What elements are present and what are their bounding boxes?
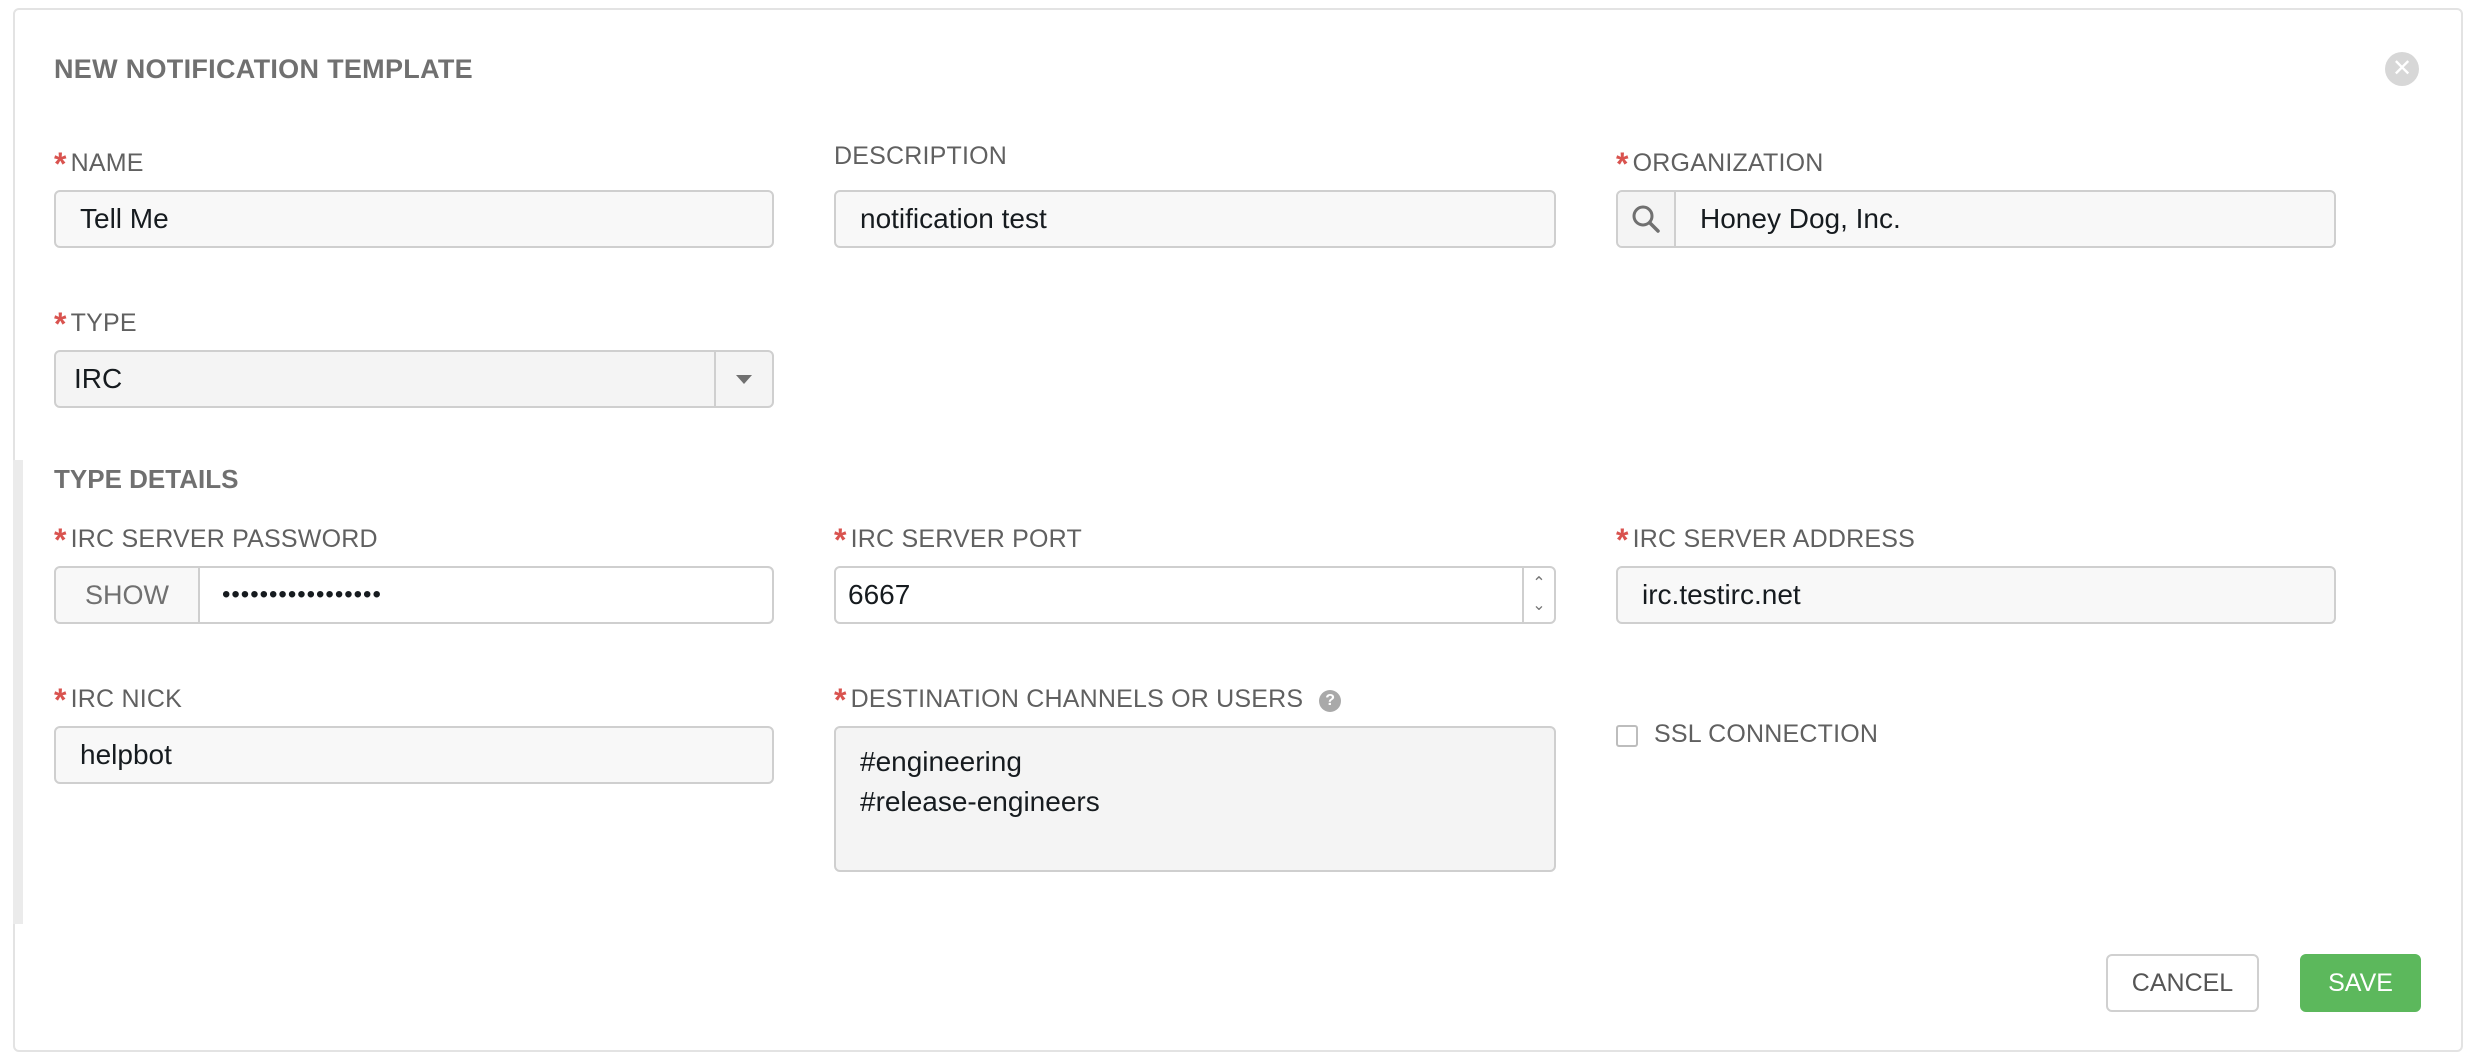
stepper-up-icon[interactable]: ⌃ [1532,573,1545,595]
irc-server-address-input[interactable]: irc.testirc.net [1616,566,2336,624]
name-input[interactable]: Tell Me [54,190,774,248]
required-marker: * [54,146,67,182]
irc-server-password-field[interactable]: SHOW ••••••••••••••••• [54,566,774,624]
irc-server-port-label: * IRC SERVER PORT [834,522,1082,558]
chevron-down-icon[interactable] [714,352,772,406]
required-marker: * [54,682,67,718]
search-icon-svg [1632,205,1660,233]
required-marker: * [1616,146,1629,182]
irc-server-address-label: * IRC SERVER ADDRESS [1616,522,1916,558]
type-select[interactable]: IRC [54,350,774,408]
irc-server-port-input[interactable]: 6667 ⌃ ⌄ [834,566,1556,624]
description-label: DESCRIPTION [834,142,1008,170]
required-marker: * [1616,522,1629,558]
help-icon[interactable]: ? [1319,690,1342,712]
save-button[interactable]: SAVE [2300,954,2421,1012]
destination-line: #engineering [860,746,1022,777]
organization-label: * ORGANIZATION [1616,146,1824,182]
destination-textarea[interactable]: #engineering #release-engineers [834,726,1556,872]
close-icon[interactable]: ✕ [2385,52,2419,86]
required-marker: * [54,306,67,342]
ssl-connection-checkbox[interactable] [1616,725,1638,747]
notification-template-panel [13,8,2463,1052]
name-label: * NAME [54,146,144,182]
show-password-button[interactable]: SHOW [56,568,200,622]
ssl-connection-label: SSL CONNECTION [1654,720,1879,748]
required-marker: * [54,522,67,558]
description-input[interactable]: notification test [834,190,1556,248]
password-input[interactable]: ••••••••••••••••• [200,568,772,622]
search-icon[interactable] [1618,192,1676,246]
type-details-title: TYPE DETAILS [54,464,239,494]
organization-input[interactable]: Honey Dog, Inc. [1616,190,2336,248]
required-marker: * [834,522,847,558]
destination-line: #release-engineers [860,786,1100,817]
port-stepper[interactable]: ⌃ ⌄ [1522,568,1554,622]
irc-nick-label: * IRC NICK [54,682,182,718]
destination-label: * DESTINATION CHANNELS OR USERS? [834,678,1342,718]
section-indicator [13,460,23,924]
cancel-button[interactable]: CANCEL [2106,954,2259,1012]
stepper-down-icon[interactable]: ⌄ [1532,595,1545,617]
page-title: NEW NOTIFICATION TEMPLATE [54,54,473,84]
required-marker: * [834,682,847,718]
type-label: * TYPE [54,306,137,342]
irc-nick-input[interactable]: helpbot [54,726,774,784]
irc-server-password-label: * IRC SERVER PASSWORD [54,522,378,558]
